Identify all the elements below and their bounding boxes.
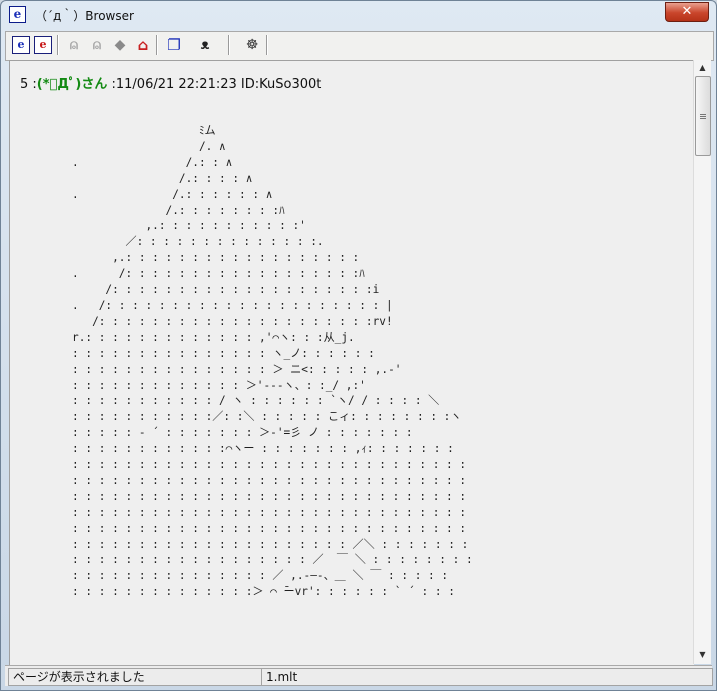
vertical-scrollbar[interactable]: ▲ ▼ (693, 60, 711, 664)
title-bar[interactable]: e （´д｀）Browser ✕ (1, 1, 716, 29)
grip-icon (700, 114, 706, 115)
forward-cat-icon: ⍝ (92, 37, 102, 53)
content-area[interactable]: 5 :(*ﾟДﾟ)さん :11/06/21 22:21:23 ID:KuSo30… (9, 60, 694, 665)
post-separator: : (28, 77, 37, 92)
status-bar: ページが表示されました 1.mlt (5, 665, 713, 686)
cat-face-icon: ᴥ (200, 37, 210, 53)
app-icon: e (9, 6, 26, 23)
post-date: :11/06/21 22:21:23 (107, 77, 241, 92)
home-button[interactable]: ⌂ (133, 35, 153, 55)
windows-icon: ❐ (167, 36, 181, 54)
cat-button[interactable]: ᴥ (195, 35, 215, 55)
status-message: ページが表示されました (8, 668, 262, 686)
toolbar: e e ⍝ ⍝ ◆ ⌂ ❐ ᴥ ☸ (5, 31, 714, 61)
forward-button[interactable]: ⍝ (87, 35, 107, 55)
scroll-down-arrow-icon[interactable]: ▼ (694, 648, 711, 662)
post-id[interactable]: ID:KuSo300t (241, 77, 321, 92)
toolbar-separator (57, 35, 59, 55)
home-icon: ⌂ (137, 36, 149, 54)
back-button[interactable]: ⍝ (64, 35, 84, 55)
poster-name[interactable]: (*ﾟДﾟ)さん (37, 77, 108, 92)
scroll-thumb[interactable] (695, 76, 711, 156)
toolbar-separator (228, 35, 230, 55)
window-title: （´д｀）Browser (35, 9, 134, 23)
status-file: 1.mlt (261, 668, 713, 686)
scroll-up-arrow-icon[interactable]: ▲ (694, 61, 711, 75)
close-button[interactable]: ✕ (665, 2, 709, 22)
ie-button-1[interactable]: e (12, 36, 30, 54)
browser-window: e （´д｀）Browser ✕ e e ⍝ ⍝ ◆ ⌂ ❐ ᴥ ☸ 5 :(*… (0, 0, 717, 691)
cat-gear-icon: ☸ (245, 37, 259, 53)
ascii-art: ﾐム /. ∧ . /.: : ∧ /.: : : : ∧ . /.: : : … (72, 124, 473, 599)
ie-button-2[interactable]: e (34, 36, 52, 54)
toolbar-separator (156, 35, 158, 55)
post-header: 5 :(*ﾟДﾟ)さん :11/06/21 22:21:23 ID:KuSo30… (20, 73, 321, 92)
windows-button[interactable]: ❐ (164, 35, 184, 55)
settings-button[interactable]: ☸ (242, 35, 262, 55)
back-cat-icon: ⍝ (69, 37, 79, 53)
stop-icon: ◆ (114, 37, 126, 53)
toolbar-separator (266, 35, 268, 55)
stop-button[interactable]: ◆ (110, 35, 130, 55)
